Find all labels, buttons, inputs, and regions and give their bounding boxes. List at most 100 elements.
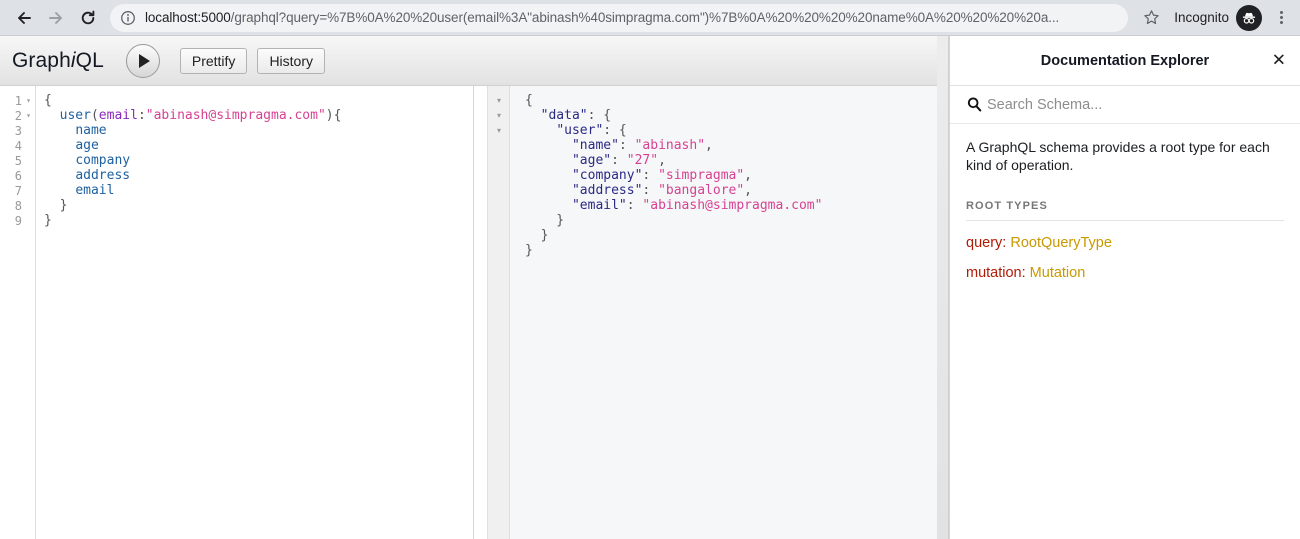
root-types-heading: ROOT TYPES (966, 200, 1048, 212)
reload-button[interactable] (72, 2, 104, 34)
code-line: user(email:"abinash@simpragma.com"){ (44, 108, 342, 123)
code-line: company (44, 153, 341, 168)
bookmark-button[interactable] (1136, 3, 1166, 33)
query-editor[interactable]: 1▾2▾3▾4▾5▾6▾7▾8▾9▾ { user(email:"abinash… (0, 86, 474, 539)
browser-menu-button[interactable] (1266, 3, 1296, 33)
code-token: name (75, 123, 107, 138)
logo-prefix: Graph (12, 48, 71, 72)
graphiql-logo: GraphiQL (12, 49, 104, 73)
code-token: { (44, 93, 52, 108)
code-token: } (525, 243, 533, 258)
graphiql-app: GraphiQL Prettify History 1▾2▾3▾4▾5▾6▾7▾… (0, 36, 1300, 539)
doc-search-row[interactable] (950, 86, 1300, 124)
site-info-icon[interactable] (120, 10, 136, 26)
section-divider (966, 220, 1284, 221)
back-arrow-icon (18, 11, 31, 24)
code-line: "user": { (525, 123, 822, 138)
code-line: email (44, 183, 341, 198)
fold-toggle-icon[interactable]: ▾ (488, 108, 510, 123)
code-token: "name" (571, 138, 619, 153)
code-token: , (744, 183, 752, 198)
root-type-link[interactable]: RootQueryType (1010, 235, 1112, 251)
code-token: "simpragma" (658, 168, 745, 183)
code-line: address (44, 168, 341, 183)
code-line: } (525, 228, 822, 243)
line-number: 8▾ (14, 198, 22, 213)
code-token: : (137, 108, 146, 123)
fold-toggle-icon[interactable]: ▾ (24, 111, 33, 120)
code-token: "bangalore" (658, 183, 745, 198)
query-code[interactable]: { user(email:"abinash@simpragma.com"){ n… (44, 93, 341, 228)
result-fold-markers[interactable]: ▾▾▾▾▾▾▾▾▾▾▾▾ (488, 93, 510, 273)
browser-toolbar: localhost:5000/graphql?query=%7B%0A%20%2… (0, 0, 1300, 36)
forward-button[interactable] (40, 2, 72, 34)
code-line: name (44, 123, 341, 138)
forward-arrow-icon (49, 11, 62, 24)
line-number: 4▾ (14, 138, 22, 153)
code-token: } (44, 198, 68, 213)
line-number: 1 ▾ (0, 93, 36, 108)
code-line: } (525, 213, 822, 228)
documentation-explorer: Documentation Explorer ✕ A GraphQL schem… (949, 36, 1300, 539)
code-token: , (658, 153, 666, 168)
reload-icon (81, 10, 95, 24)
close-icon[interactable]: ✕ (1272, 52, 1286, 69)
schema-description: A GraphQL schema provides a root type fo… (966, 139, 1270, 173)
url-text: localhost:5000/graphql?query=%7B%0A%20%2… (145, 10, 1059, 25)
code-line: { (44, 93, 341, 108)
code-token: email (75, 183, 115, 198)
code-line: "company": "simpragma", (525, 168, 822, 183)
fold-toggle-icon[interactable]: ▾ (24, 96, 33, 105)
fold-toggle-icon[interactable]: ▾ (488, 93, 510, 108)
code-token: user (59, 108, 91, 123)
code-token: age (75, 138, 99, 153)
navigation-buttons (0, 2, 104, 34)
code-token: : (618, 138, 635, 153)
root-types-list: query: RootQueryType mutation: Mutation (966, 235, 1284, 281)
code-line: } (44, 213, 341, 228)
code-line: "age": "27", (525, 153, 822, 168)
code-token: : (611, 153, 627, 168)
fold-toggle-icon[interactable]: ▾ (488, 123, 510, 138)
editor-panes: 1▾2▾3▾4▾5▾6▾7▾8▾9▾ { user(email:"abinash… (0, 86, 949, 539)
code-line: "address": "bangalore", (525, 183, 822, 198)
code-token: { (525, 93, 533, 108)
doc-explorer-resizer[interactable] (937, 36, 949, 539)
incognito-icon (1236, 4, 1262, 31)
code-token: "27" (626, 153, 659, 168)
code-line: } (44, 198, 341, 213)
code-token: : (626, 198, 643, 213)
code-token: , (705, 138, 713, 153)
result-viewer[interactable]: ▾▾▾▾▾▾▾▾▾▾▾▾ { "data": { "user": { "name… (487, 86, 949, 539)
code-token: : (642, 183, 659, 198)
doc-explorer-title: Documentation Explorer (1040, 52, 1210, 69)
incognito-indicator[interactable]: Incognito (1168, 4, 1266, 31)
execute-query-button[interactable] (125, 43, 160, 78)
root-type-row: query: RootQueryType (966, 235, 1284, 251)
history-button[interactable]: History (257, 47, 325, 74)
prettify-button[interactable]: Prettify (179, 47, 248, 74)
code-line: "data": { (525, 108, 822, 123)
code-line: "email": "abinash@simpragma.com" (525, 198, 822, 213)
code-token: } (525, 228, 549, 243)
pane-divider[interactable] (474, 86, 487, 539)
root-type-row: mutation: Mutation (966, 265, 1284, 281)
back-button[interactable] (8, 2, 40, 34)
query-line-numbers: 1▾2▾3▾4▾5▾6▾7▾8▾9▾ (0, 93, 36, 228)
root-type-link[interactable]: Mutation (1030, 265, 1086, 281)
code-token: "abinash@simpragma.com" (642, 198, 823, 213)
code-token: ){ (325, 108, 342, 123)
code-token: "data" (540, 108, 588, 123)
doc-explorer-header: Documentation Explorer ✕ (950, 36, 1300, 86)
search-input[interactable] (987, 96, 1284, 113)
bookmark-star-icon (1143, 10, 1159, 25)
address-bar[interactable]: localhost:5000/graphql?query=%7B%0A%20%2… (110, 3, 1129, 32)
